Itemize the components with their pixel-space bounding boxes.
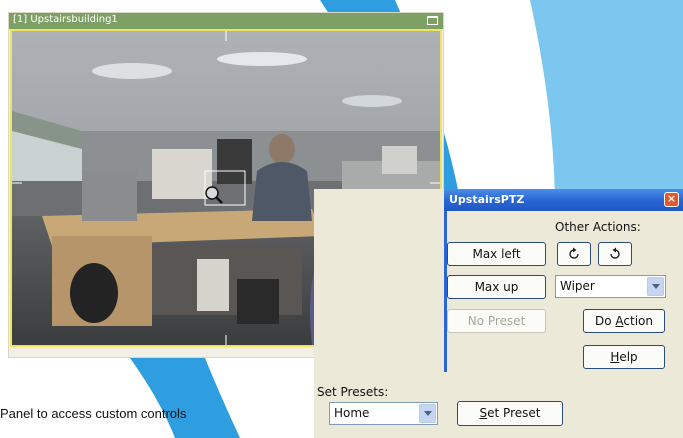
rotate-ccw-icon <box>610 247 620 259</box>
set-presets-label: Set Presets: <box>317 385 389 399</box>
ptz-window: UpstairsPTZ × Other Actions: Max left Ma… <box>314 189 683 438</box>
max-up-button[interactable]: Max up <box>447 275 546 299</box>
do-action-button[interactable]: Do Action <box>583 309 665 333</box>
rotate-clockwise-button[interactable] <box>557 242 591 266</box>
camera-title-bar[interactable]: [1] Upstairsbuilding1 <box>9 13 443 29</box>
rotate-counterclockwise-button[interactable] <box>598 242 632 266</box>
no-preset-button[interactable]: No Preset <box>447 309 546 333</box>
preset-select[interactable]: Home <box>329 402 438 425</box>
action-select-value: Wiper <box>560 279 595 293</box>
maximize-icon[interactable] <box>427 16 438 25</box>
ptz-title-bar[interactable]: UpstairsPTZ × <box>444 189 683 211</box>
rotate-cw-icon <box>569 247 579 259</box>
preset-select-value: Home <box>334 406 370 420</box>
close-icon[interactable]: × <box>664 192 679 207</box>
ptz-title: UpstairsPTZ <box>449 193 525 206</box>
help-button[interactable]: Help <box>583 345 665 369</box>
camera-title: [1] Upstairsbuilding1 <box>13 14 118 25</box>
set-preset-button[interactable]: Set Preset <box>457 401 563 426</box>
action-select[interactable]: Wiper <box>555 275 666 298</box>
max-left-button[interactable]: Max left <box>447 242 546 266</box>
chevron-down-icon[interactable] <box>419 404 436 423</box>
chevron-down-icon[interactable] <box>647 277 664 296</box>
caption-text: Panel to access custom controls <box>0 406 187 421</box>
other-actions-label: Other Actions: <box>555 220 641 234</box>
